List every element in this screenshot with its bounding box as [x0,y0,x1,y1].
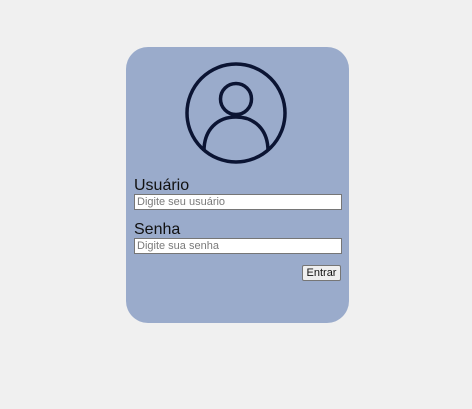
password-input[interactable] [134,238,342,254]
login-button[interactable]: Entrar [302,265,341,281]
username-input[interactable] [134,194,342,210]
login-card: Usuário Senha Entrar [126,47,349,323]
username-label: Usuário [134,177,190,194]
password-label: Senha [134,221,181,238]
user-avatar-icon [185,62,287,164]
